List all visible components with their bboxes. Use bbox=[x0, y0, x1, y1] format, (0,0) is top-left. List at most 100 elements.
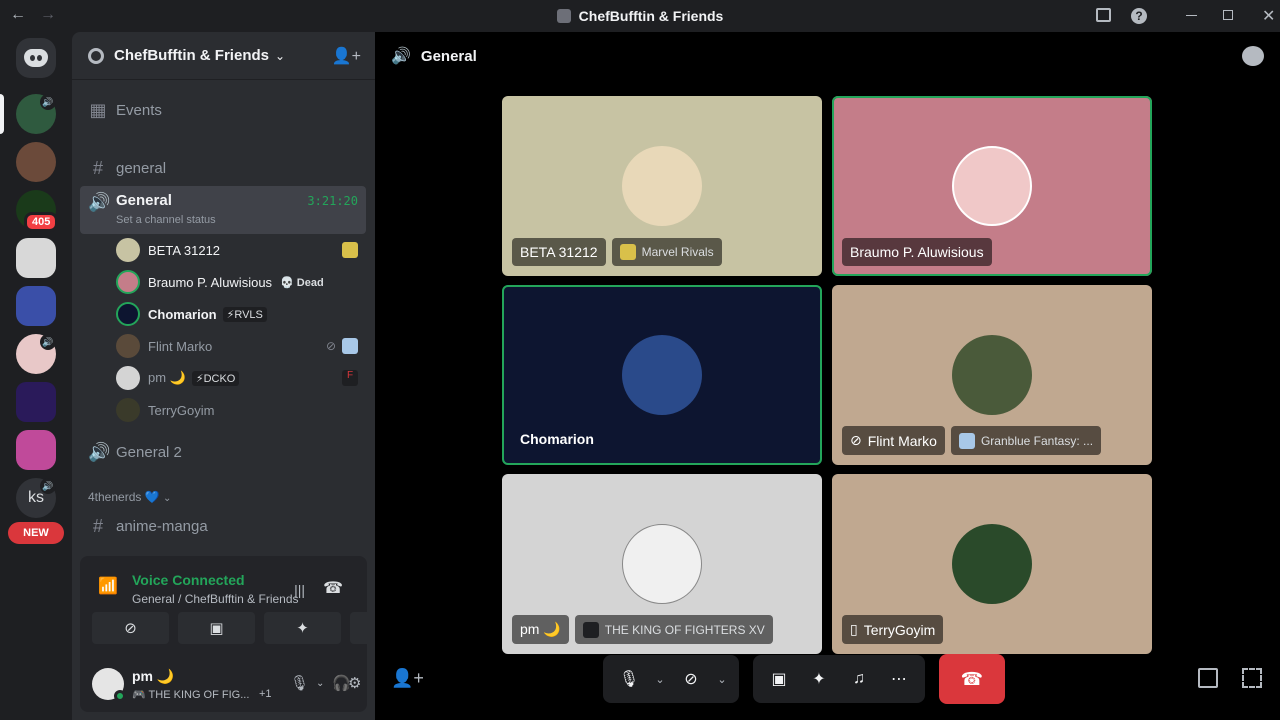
game-activity-icon bbox=[342, 338, 358, 354]
signal-icon[interactable]: 📶 bbox=[98, 576, 118, 595]
speaker-icon: 🔊 bbox=[88, 192, 111, 212]
server-icon-8[interactable] bbox=[16, 430, 56, 470]
voice-location[interactable]: General / ChefBufftin & Friends bbox=[132, 592, 299, 606]
camera-off-icon: ⊘ bbox=[850, 432, 862, 448]
invite-user-icon[interactable]: 👤+ bbox=[332, 46, 361, 66]
participant-tile[interactable]: pm 🌙 THE KING OF FIGHTERS XV bbox=[502, 474, 822, 654]
server-icon-4[interactable] bbox=[16, 238, 56, 278]
activities-icon: ✦ bbox=[812, 671, 826, 688]
stage-header: 🔊 General bbox=[375, 32, 1280, 80]
game-label: Marvel Rivals bbox=[611, 238, 722, 266]
activity-count: +1 bbox=[259, 688, 272, 700]
disconnect-icon[interactable]: ☎ bbox=[323, 578, 343, 598]
avatar bbox=[116, 366, 140, 390]
participant-name: pm 🌙 bbox=[512, 615, 569, 644]
chevron-down-icon: ⌄ bbox=[275, 48, 286, 63]
server-icon-5[interactable] bbox=[16, 286, 56, 326]
leave-call-button[interactable]: ☎ bbox=[939, 654, 1005, 704]
call-timer: 3:21:20 bbox=[307, 194, 358, 208]
microphone-button[interactable]: 🎙 bbox=[611, 661, 647, 697]
voice-user[interactable]: Flint Marko ⊘ bbox=[116, 332, 366, 360]
participant-tile[interactable]: BETA 31212 Marvel Rivals bbox=[502, 96, 822, 276]
minimize-button[interactable] bbox=[1186, 15, 1197, 16]
category-header[interactable]: 4thenerds 💙 ⌄ bbox=[88, 490, 171, 504]
chevron-down-icon[interactable]: ⌄ bbox=[316, 678, 324, 689]
voice-speaker-icon: 🔊 bbox=[40, 94, 56, 110]
camera-off-icon: ⊘ bbox=[684, 671, 698, 688]
participant-name-label: ⊘ Flint Marko bbox=[842, 426, 945, 455]
voice-user[interactable]: Braumo P. Aluwisious 💀 Dead bbox=[116, 268, 366, 296]
home-button[interactable] bbox=[16, 38, 56, 78]
activities-icon: ✦ bbox=[296, 620, 309, 637]
close-window-button[interactable]: ✕ bbox=[1262, 6, 1275, 26]
game-icon bbox=[958, 432, 975, 449]
help-icon[interactable]: ? bbox=[1131, 8, 1147, 24]
user-tag: ⚡RVLS bbox=[222, 306, 267, 322]
channel-anime-manga[interactable]: # anime-manga bbox=[80, 510, 366, 542]
voice-speaker-icon: 🔊 bbox=[40, 478, 56, 494]
user-tag: ⚡DCKO bbox=[191, 370, 240, 386]
server-settings-icon bbox=[88, 47, 104, 64]
channel-general-voice[interactable]: 🔊 General 3:21:20 Set a channel status bbox=[80, 186, 366, 234]
user-panel[interactable]: pm 🌙 🎮 THE KING OF FIG... +1 🎙 ⌄ 🎧 ⚙ bbox=[80, 656, 367, 712]
user-tag: 💀 Dead bbox=[280, 276, 324, 289]
participant-tile[interactable]: ⊘ Flint Marko Granblue Fantasy: ... bbox=[832, 285, 1152, 465]
channel-general-text[interactable]: # general bbox=[80, 152, 366, 184]
game-label: THE KING OF FIGHTERS XV bbox=[574, 615, 773, 644]
activities-button[interactable]: ✦ bbox=[264, 612, 341, 644]
chevron-down-icon[interactable]: ⌄ bbox=[713, 673, 731, 686]
new-badge[interactable]: NEW bbox=[8, 522, 64, 544]
screen-share-button[interactable]: ▣ bbox=[178, 612, 255, 644]
camera-button[interactable]: ⊘ bbox=[673, 661, 709, 697]
participant-tile[interactable]: Chomarion bbox=[502, 285, 822, 465]
invite-to-call-icon[interactable]: 👤+ bbox=[391, 668, 424, 689]
camera-off-icon: ⊘ bbox=[325, 339, 336, 353]
voice-user[interactable]: Chomarion ⚡RVLS bbox=[116, 300, 366, 328]
speaker-icon: 🔊 bbox=[88, 441, 111, 462]
chevron-down-icon[interactable]: ⌄ bbox=[651, 673, 669, 686]
mobile-phone-icon: ▯ bbox=[850, 621, 858, 637]
screen-share-icon: ▣ bbox=[771, 671, 787, 688]
game-activity-icon bbox=[342, 242, 358, 258]
server-icon bbox=[556, 9, 571, 23]
mention-badge: 405 bbox=[24, 212, 59, 232]
call-controls: 🎙 ⌄ ⊘ ⌄ ▣ ✦ ♫ ⋯ ☎ bbox=[603, 654, 1005, 704]
voice-speaker-icon: 🔊 bbox=[40, 334, 56, 350]
camera-toggle-button[interactable]: ⊘ bbox=[92, 612, 169, 644]
screen-share-button[interactable]: ▣ bbox=[761, 661, 797, 697]
participant-tile[interactable]: ▯ TerryGoyim bbox=[832, 474, 1152, 654]
channel-general-2[interactable]: 🔊 General 2 bbox=[80, 436, 366, 468]
microphone-icon: 🎙 bbox=[618, 671, 640, 688]
server-header[interactable]: ChefBufftin & Friends ⌄ 👤+ bbox=[72, 32, 375, 80]
server-icon-2[interactable] bbox=[16, 142, 56, 182]
avatar bbox=[952, 335, 1032, 415]
user-activity: 🎮 THE KING OF FIG... bbox=[132, 689, 250, 701]
discord-logo-icon bbox=[24, 49, 48, 67]
server-icon-7[interactable] bbox=[16, 382, 56, 422]
pop-out-icon[interactable] bbox=[1198, 668, 1218, 688]
soundboard-button[interactable]: ♫ bbox=[841, 661, 877, 697]
voice-user[interactable]: pm 🌙 ⚡DCKO F bbox=[116, 364, 366, 392]
server-list: 🔊 405 🔊 ks 🔊 NEW bbox=[0, 32, 72, 720]
voice-user[interactable]: TerryGoyim bbox=[116, 396, 366, 424]
channel-events[interactable]: ▦ Events bbox=[80, 94, 366, 126]
microphone-icon[interactable]: 🎙 bbox=[290, 674, 309, 692]
activities-button[interactable]: ✦ bbox=[801, 661, 837, 697]
settings-gear-icon[interactable]: ⚙ bbox=[348, 674, 361, 692]
participant-tile[interactable]: Braumo P. Aluwisious bbox=[832, 96, 1152, 276]
title-bar: ← → ChefBufftin & Friends ? ✕ bbox=[0, 0, 1280, 32]
screen-share-icon: ▣ bbox=[209, 620, 224, 637]
voice-user[interactable]: BETA 31212 bbox=[116, 236, 366, 264]
voice-stage: 🔊 General BETA 31212 Marvel Rivals Braum… bbox=[375, 32, 1280, 720]
more-options-button[interactable]: ⋯ bbox=[881, 661, 917, 697]
participant-name: BETA 31212 bbox=[512, 238, 606, 266]
voice-connected-status[interactable]: Voice Connected bbox=[132, 572, 245, 588]
maximize-button[interactable] bbox=[1223, 10, 1233, 20]
chat-icon[interactable] bbox=[1242, 46, 1264, 66]
avatar bbox=[116, 270, 140, 294]
noise-suppression-icon[interactable]: ||| bbox=[294, 582, 305, 598]
channel-status[interactable]: Set a channel status bbox=[116, 214, 216, 226]
avatar bbox=[622, 146, 702, 226]
inbox-icon[interactable] bbox=[1096, 8, 1111, 22]
fullscreen-icon[interactable] bbox=[1242, 668, 1262, 688]
